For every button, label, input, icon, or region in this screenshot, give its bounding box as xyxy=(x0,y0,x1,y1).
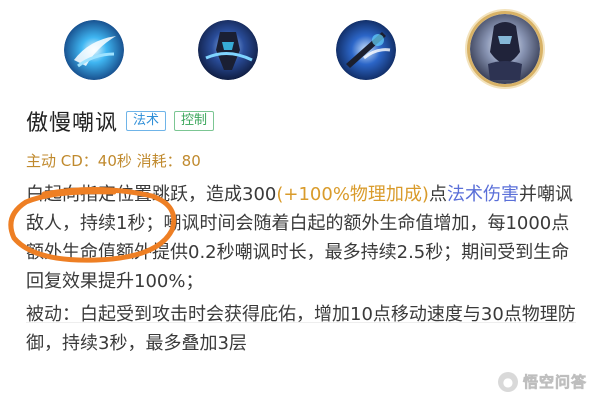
watermark: ● 悟空问答 xyxy=(497,371,587,392)
section-divider xyxy=(26,322,576,323)
tag-magic: 法术 xyxy=(126,111,167,131)
skill-3-artwork xyxy=(336,20,396,80)
skill-description: 白起向指定位置跳跃，造成300(+100%物理加成)点法术伤害并嘲讽敌人，持续1… xyxy=(26,180,586,358)
desc-part-mid: 点 xyxy=(428,184,447,205)
passive-description: 被动：白起受到攻击时会获得庇佑，增加10点移动速度与30点物理防御，持续3秒，最… xyxy=(26,304,576,354)
skill-4-icon-selected[interactable] xyxy=(470,14,540,84)
skill-cooldown-cost: 主动 CD：40秒 消耗：80 xyxy=(26,152,201,170)
skill-1-artwork xyxy=(64,20,124,80)
skill-2-artwork xyxy=(198,20,258,80)
watermark-logo-icon: ● xyxy=(497,371,518,392)
skill-2-icon[interactable] xyxy=(198,20,258,80)
desc-physical-bonus: (+100%物理加成) xyxy=(276,184,429,205)
watermark-text: 悟空问答 xyxy=(522,373,587,392)
skill-3-icon[interactable] xyxy=(336,20,396,80)
desc-magic-damage: 法术伤害 xyxy=(446,184,519,205)
skill-1-icon[interactable] xyxy=(64,20,124,80)
tag-control: 控制 xyxy=(174,111,215,131)
desc-prefix: 白起 xyxy=(26,184,62,205)
skill-name: 傲慢嘲讽 xyxy=(26,111,119,136)
skill-icon-row xyxy=(0,0,597,96)
active-description: 白起向指定位置跳跃，造成300(+100%物理加成)点法术伤害并嘲讽敌人，持续1… xyxy=(26,180,586,296)
desc-part-1: 向指定位置跳跃，造成300 xyxy=(62,184,277,205)
skill-title-row: 傲慢嘲讽 法术 控制 xyxy=(26,106,215,136)
skill-4-artwork xyxy=(470,14,540,84)
